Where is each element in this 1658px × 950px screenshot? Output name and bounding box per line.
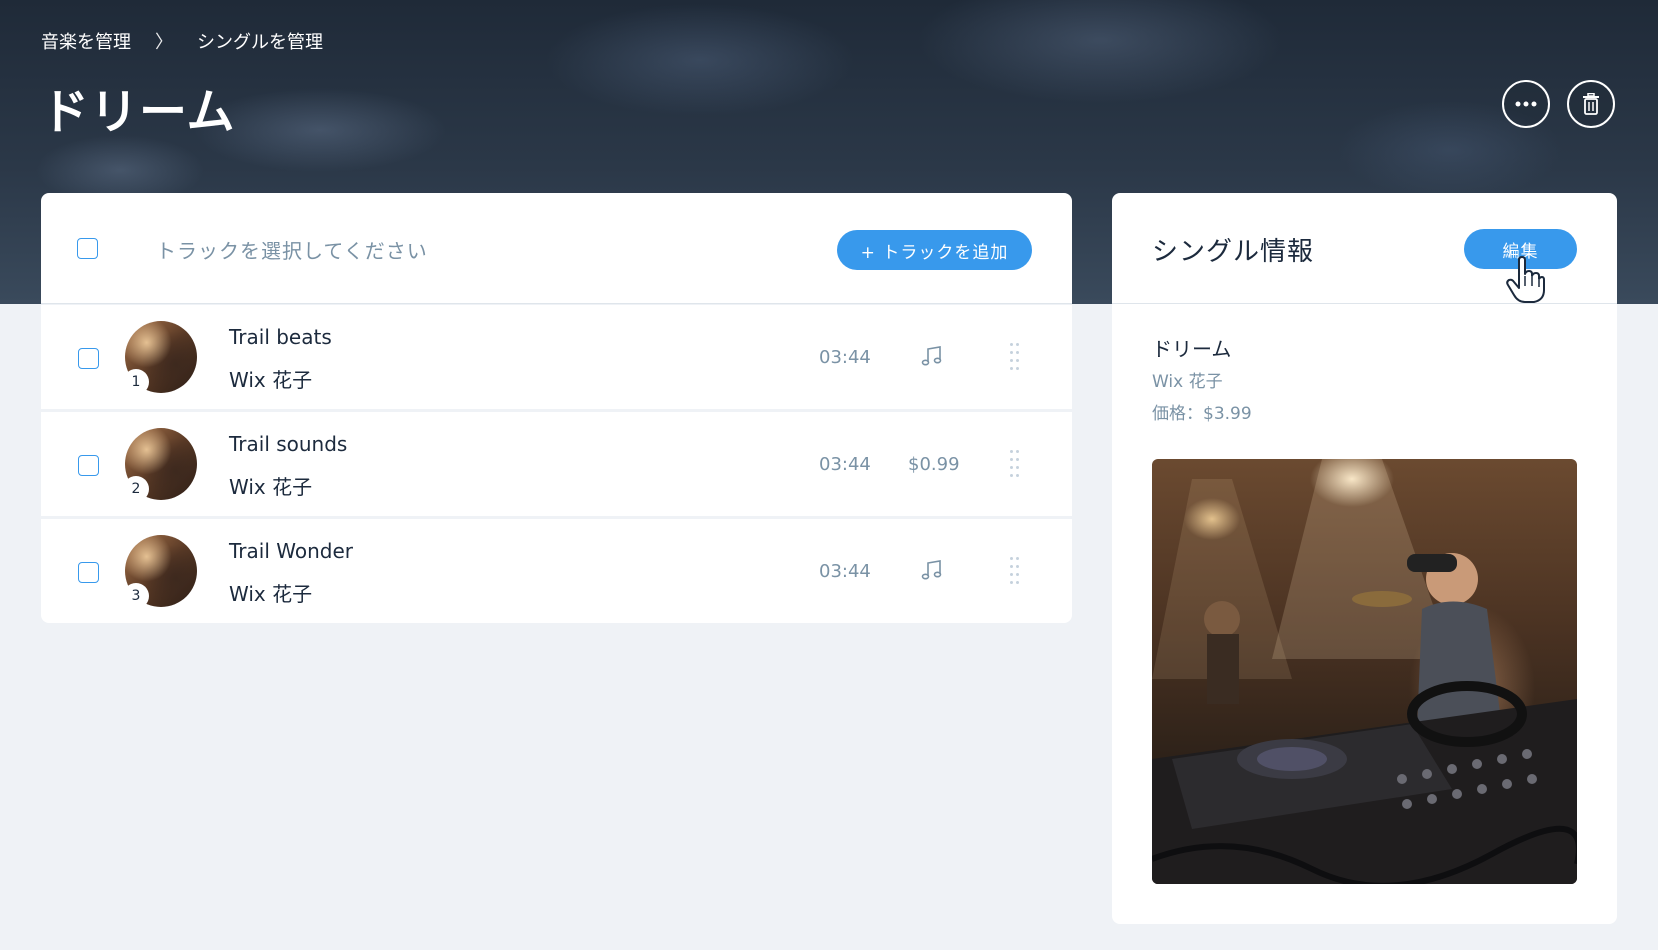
track-number-badge: 2 [123, 476, 149, 502]
music-note-icon [921, 560, 942, 580]
single-artist: Wix 花子 [1152, 372, 1223, 392]
track-artist: Wix 花子 [229, 475, 313, 499]
single-price: 価格：$3.99 [1152, 404, 1252, 424]
track-artist: Wix 花子 [229, 582, 313, 606]
track-row[interactable]: 1 Trail beats Wix 花子 03:44 [41, 305, 1072, 409]
select-all-checkbox[interactable] [77, 238, 98, 259]
breadcrumb-item-manage-music[interactable]: 音楽を管理 [41, 28, 131, 54]
track-number-badge: 1 [123, 369, 149, 395]
more-actions-button[interactable] [1502, 80, 1550, 128]
track-duration: 03:44 [819, 454, 871, 475]
track-row[interactable]: 3 Trail Wonder Wix 花子 03:44 [41, 519, 1072, 623]
breadcrumb-separator-icon: 〉 [155, 32, 173, 53]
cover-art-image [1152, 459, 1577, 884]
track-number-badge: 3 [123, 583, 149, 609]
track-row[interactable]: 2 Trail sounds Wix 花子 03:44 $0.99 [41, 412, 1072, 516]
drag-handle-icon[interactable] [1009, 341, 1021, 373]
track-duration: 03:44 [819, 347, 871, 368]
hand-cursor-icon [1506, 256, 1545, 303]
more-horizontal-icon [1515, 101, 1537, 107]
trash-icon [1583, 93, 1599, 115]
select-tracks-label: トラックを選択してください [156, 239, 428, 263]
track-title: Trail Wonder [229, 539, 353, 563]
music-note-icon [921, 346, 942, 366]
track-checkbox[interactable] [78, 348, 99, 369]
track-title: Trail sounds [229, 432, 348, 456]
track-artist: Wix 花子 [229, 368, 313, 392]
add-track-button[interactable]: + トラックを追加 [837, 230, 1032, 270]
track-title: Trail beats [229, 325, 332, 349]
breadcrumb: 音楽を管理 〉 シングルを管理 [41, 28, 323, 54]
tracks-toolbar: トラックを選択してください + トラックを追加 [41, 193, 1072, 304]
track-checkbox[interactable] [78, 562, 99, 583]
drag-handle-icon[interactable] [1009, 448, 1021, 480]
single-info-heading: シングル情報 [1152, 237, 1315, 267]
cover-art-illustration [1152, 459, 1577, 884]
breadcrumb-item-manage-singles: シングルを管理 [197, 32, 323, 53]
delete-button[interactable] [1567, 80, 1615, 128]
page-title: ドリーム [41, 84, 236, 140]
track-checkbox[interactable] [78, 455, 99, 476]
drag-handle-icon[interactable] [1009, 555, 1021, 587]
track-duration: 03:44 [819, 561, 871, 582]
single-name: ドリーム [1152, 337, 1232, 361]
track-price: $0.99 [908, 454, 960, 475]
